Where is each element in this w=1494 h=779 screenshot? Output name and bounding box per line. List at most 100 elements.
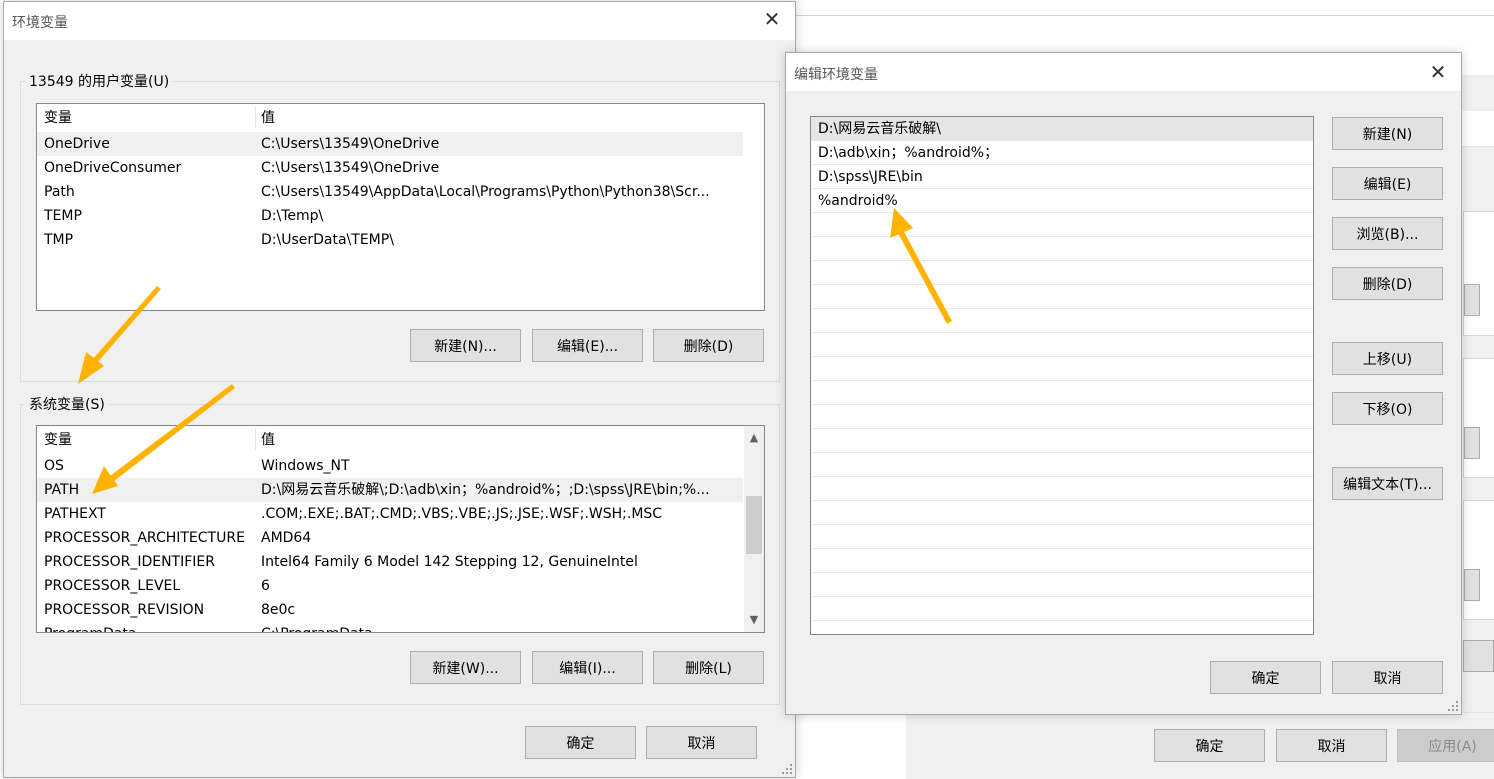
row-variable: OneDrive	[44, 136, 110, 152]
table-row[interactable]: ProgramData C:\ProgramData	[37, 622, 743, 632]
background-apply-button: 应用(A)	[1397, 729, 1494, 762]
row-value: C:\Users\13549\OneDrive	[261, 160, 440, 176]
list-item[interactable]: %android%	[811, 189, 1313, 213]
table-row[interactable]: PATH D:\网易云音乐破解\;D:\adb\xin；%android%；;D…	[37, 478, 743, 502]
user-variables-table[interactable]: 变量 值 OneDrive C:\Users\13549\OneDrive On…	[36, 103, 765, 311]
empty-list-row	[811, 333, 1313, 357]
scroll-thumb[interactable]	[746, 496, 762, 554]
column-header-variable[interactable]: 变量	[44, 426, 72, 454]
edit-delete-button[interactable]: 删除(D)	[1332, 267, 1443, 300]
list-item[interactable]: D:\adb\xin；%android%；	[811, 141, 1313, 165]
background-window-footer: 确定 取消 应用(A)	[906, 712, 1494, 779]
table-row[interactable]: PROCESSOR_LEVEL 6	[37, 574, 743, 598]
background-tab	[1461, 111, 1494, 147]
edit-cancel-button[interactable]: 取消	[1332, 661, 1443, 694]
table-row[interactable]: TEMP D:\Temp\	[37, 204, 743, 228]
table-row[interactable]: Path C:\Users\13549\AppData\Local\Progra…	[37, 180, 743, 204]
empty-list-row	[811, 477, 1313, 501]
edit-environment-variable-dialog: 编辑环境变量 ✕ D:\网易云音乐破解\ D:\adb\xin；%android…	[785, 52, 1462, 715]
table-row[interactable]: PROCESSOR_IDENTIFIER Intel64 Family 6 Mo…	[37, 550, 743, 574]
move-up-button[interactable]: 上移(U)	[1332, 342, 1443, 375]
row-value: AMD64	[261, 530, 312, 546]
system-new-button[interactable]: 新建(W)...	[410, 651, 521, 684]
row-value: Intel64 Family 6 Model 142 Stepping 12, …	[261, 554, 638, 570]
row-value: 8e0c	[261, 602, 296, 618]
row-variable: PROCESSOR_IDENTIFIER	[44, 554, 215, 570]
column-header-value[interactable]: 值	[261, 104, 275, 132]
background-cancel-button[interactable]: 取消	[1276, 729, 1387, 762]
move-down-button[interactable]: 下移(O)	[1332, 392, 1443, 425]
column-header-variable[interactable]: 变量	[44, 104, 72, 132]
background-ok-button[interactable]: 确定	[1154, 729, 1265, 762]
row-value: Windows_NT	[261, 458, 350, 474]
background-pane-button	[1464, 284, 1480, 316]
empty-list-row	[811, 453, 1313, 477]
row-value: C:\ProgramData	[261, 622, 373, 632]
env-dialog-titlebar[interactable]: 环境变量 ✕	[4, 2, 795, 40]
empty-list-row	[811, 309, 1313, 333]
row-value: C:\Users\13549\AppData\Local\Programs\Py…	[261, 184, 710, 200]
row-variable: PROCESSOR_LEVEL	[44, 578, 181, 594]
table-row[interactable]: PROCESSOR_ARCHITECTURE AMD64	[37, 526, 743, 550]
resize-grip-icon[interactable]	[781, 763, 793, 775]
row-value: D:\UserData\TEMP\	[261, 232, 394, 248]
user-table-header: 变量 值	[37, 104, 764, 132]
system-table-header: 变量 值	[37, 426, 745, 452]
close-icon[interactable]: ✕	[1429, 62, 1447, 82]
background-pane	[1463, 211, 1494, 336]
system-delete-button[interactable]: 删除(L)	[653, 651, 764, 684]
table-row[interactable]: OneDriveConsumer C:\Users\13549\OneDrive	[37, 156, 743, 180]
table-row[interactable]: PROCESSOR_REVISION 8e0c	[37, 598, 743, 622]
table-row[interactable]: PATHEXT .COM;.EXE;.BAT;.CMD;.VBS;.VBE;.J…	[37, 502, 743, 526]
empty-list-row	[811, 549, 1313, 573]
table-row[interactable]: OneDrive C:\Users\13549\OneDrive	[37, 132, 743, 156]
row-variable: OS	[44, 458, 64, 474]
table-row[interactable]: OS Windows_NT	[37, 454, 743, 478]
user-edit-button[interactable]: 编辑(E)...	[532, 329, 643, 362]
row-variable: TMP	[44, 232, 74, 248]
row-variable: Path	[44, 184, 75, 200]
env-dialog-title: 环境变量	[12, 15, 68, 31]
environment-variables-dialog: 环境变量 ✕ 13549 的用户变量(U) 变量 值 OneDrive C:\U…	[3, 1, 796, 778]
list-item[interactable]: D:\网易云音乐破解\	[811, 117, 1313, 141]
empty-list-row	[811, 405, 1313, 429]
row-variable: PATH	[44, 482, 80, 498]
empty-list-row	[811, 237, 1313, 261]
empty-list-row	[811, 573, 1313, 597]
edit-text-button[interactable]: 编辑文本(T)...	[1332, 467, 1443, 500]
system-table-scrollbar[interactable]: ▲ ▼	[744, 426, 764, 632]
background-button	[1463, 640, 1494, 672]
system-edit-button[interactable]: 编辑(I)...	[532, 651, 643, 684]
edit-new-button[interactable]: 新建(N)	[1332, 117, 1443, 150]
background-pane	[1463, 500, 1494, 620]
list-item[interactable]: D:\spss\JRE\bin	[811, 165, 1313, 189]
edit-ok-button[interactable]: 确定	[1210, 661, 1321, 694]
system-variables-label: 系统变量(S)	[29, 397, 105, 413]
system-variables-table[interactable]: 变量 值 OS Windows_NT PATH D:\网易云音乐破解\;D:\a…	[36, 425, 765, 633]
edit-dialog-titlebar[interactable]: 编辑环境变量 ✕	[786, 53, 1461, 91]
env-cancel-button[interactable]: 取消	[646, 726, 757, 759]
close-icon[interactable]: ✕	[763, 9, 781, 29]
table-row[interactable]: TMP D:\UserData\TEMP\	[37, 228, 743, 252]
resize-grip-icon[interactable]	[1447, 700, 1459, 712]
user-delete-button[interactable]: 删除(D)	[653, 329, 764, 362]
row-value: 6	[261, 578, 270, 594]
scroll-down-icon[interactable]: ▼	[744, 610, 764, 630]
column-header-value[interactable]: 值	[261, 426, 275, 454]
user-new-button[interactable]: 新建(N)...	[410, 329, 521, 362]
scroll-up-icon[interactable]: ▲	[744, 428, 764, 448]
edit-browse-button[interactable]: 浏览(B)...	[1332, 217, 1443, 250]
row-variable: TEMP	[44, 208, 82, 224]
column-divider[interactable]	[255, 428, 256, 450]
row-variable: PATHEXT	[44, 506, 106, 522]
empty-list-row	[811, 381, 1313, 405]
env-ok-button[interactable]: 确定	[525, 726, 636, 759]
background-pane-button	[1464, 569, 1480, 601]
row-variable: ProgramData	[44, 622, 137, 632]
empty-list-row	[811, 597, 1313, 621]
path-entries-list[interactable]: D:\网易云音乐破解\ D:\adb\xin；%android%； D:\sps…	[810, 116, 1314, 635]
empty-list-row	[811, 525, 1313, 549]
background-pane	[1463, 358, 1494, 478]
edit-edit-button[interactable]: 编辑(E)	[1332, 167, 1443, 200]
column-divider[interactable]	[255, 106, 256, 128]
